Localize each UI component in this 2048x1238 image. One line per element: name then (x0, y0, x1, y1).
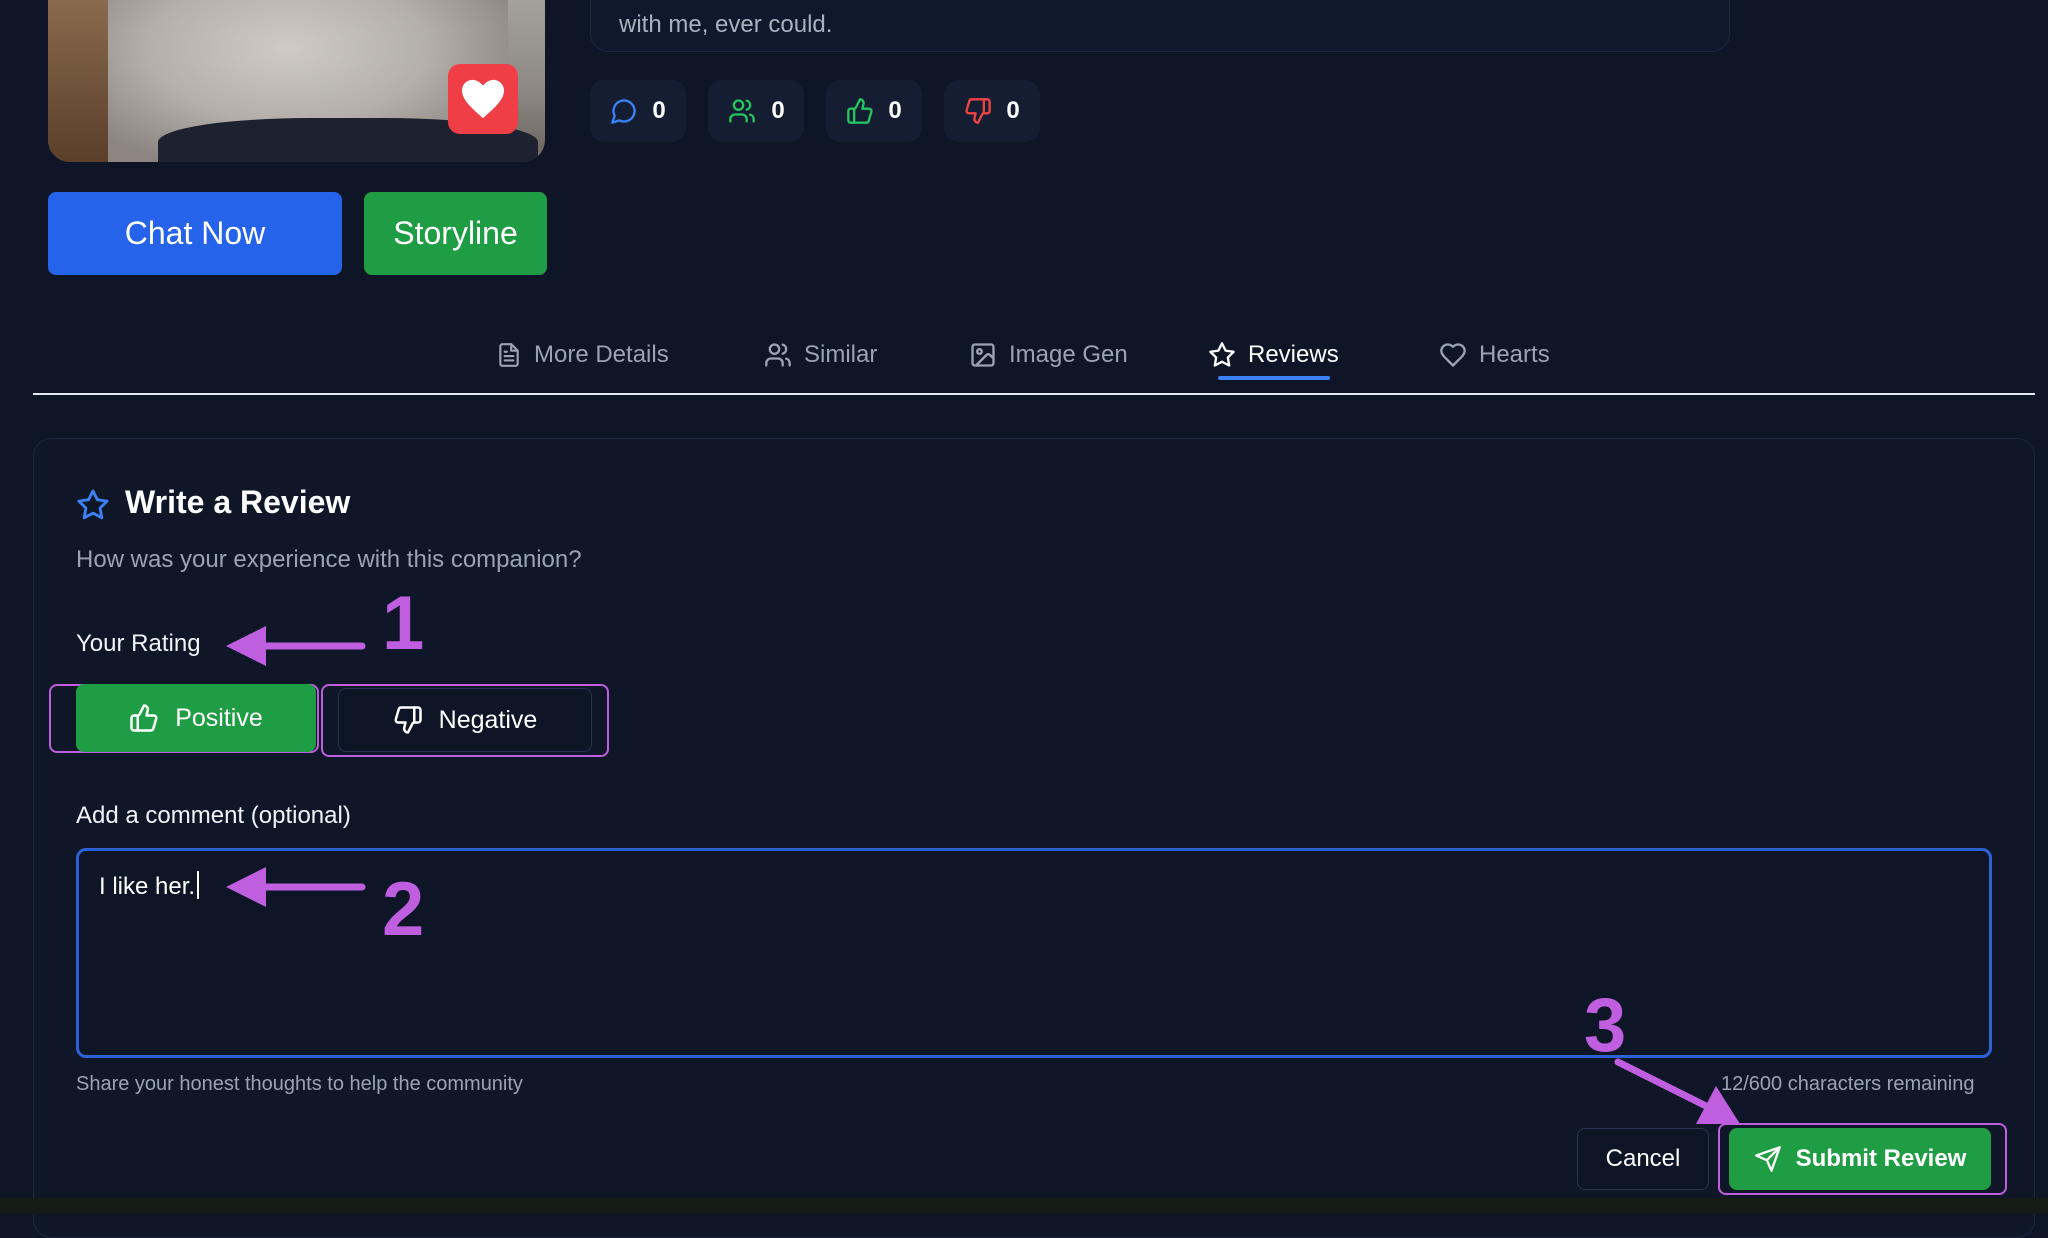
annotation-overlay (226, 626, 1740, 1124)
annotation-number-1: 1 (382, 581, 425, 666)
annotation-number-3: 3 (1584, 983, 1627, 1068)
arrow-2 (226, 867, 366, 907)
annotation-number-2: 2 (382, 867, 425, 952)
page-bottom-edge (0, 1198, 2048, 1214)
arrow-3 (1614, 1058, 1740, 1124)
arrow-1 (226, 626, 366, 666)
